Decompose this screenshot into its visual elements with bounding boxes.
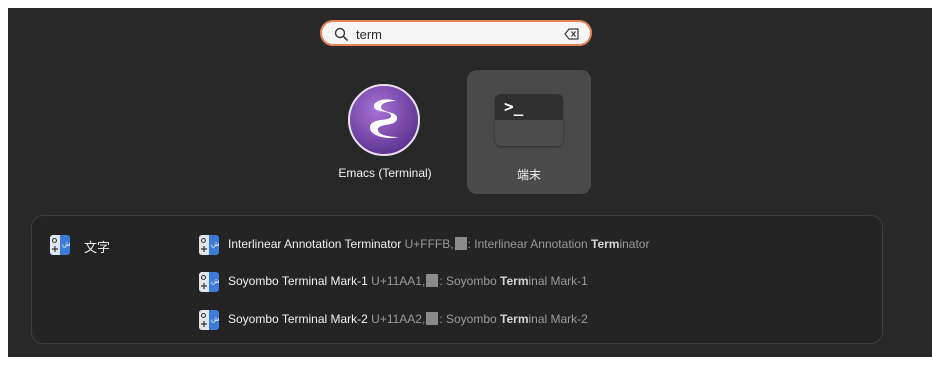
glyph-preview bbox=[426, 274, 439, 287]
emacs-icon bbox=[348, 84, 420, 156]
result-description: U+FFFB,: Interlinear Annotation Terminat… bbox=[404, 237, 650, 251]
characters-app-icon: ش bbox=[199, 235, 219, 255]
characters-app-icon: ش bbox=[199, 272, 219, 292]
app-tile-terminal[interactable]: >_ 端末 bbox=[467, 70, 591, 194]
characters-app-icon: ش bbox=[199, 310, 219, 330]
app-label: Emacs (Terminal) bbox=[338, 166, 432, 180]
result-description: U+11AA1,: Soyombo Terminal Mark-1 bbox=[371, 274, 588, 288]
app-label: 端末 bbox=[516, 168, 541, 182]
result-description: U+11AA2,: Soyombo Terminal Mark-2 bbox=[371, 312, 588, 326]
glyph-preview bbox=[454, 237, 467, 250]
app-tile-emacs-terminal[interactable]: Emacs (Terminal) bbox=[323, 70, 447, 194]
provider-label: 文字 bbox=[84, 240, 111, 255]
glyph-preview bbox=[426, 312, 439, 325]
search-icon bbox=[334, 27, 348, 41]
clear-text-icon[interactable] bbox=[564, 27, 580, 41]
search-results-panel: ش 文字 ش Interlinear Annotation Terminator… bbox=[31, 215, 883, 344]
search-input[interactable] bbox=[356, 25, 546, 43]
activities-overview: Emacs (Terminal) >_ 端末 ش 文字 ش Interlinea… bbox=[8, 8, 932, 357]
result-title: Soyombo Terminal Mark-1 bbox=[228, 274, 368, 288]
result-title: Soyombo Terminal Mark-2 bbox=[228, 312, 368, 326]
search-entry[interactable] bbox=[320, 20, 592, 46]
characters-app-icon: ش bbox=[50, 235, 70, 255]
result-title: Interlinear Annotation Terminator bbox=[228, 237, 402, 251]
terminal-icon: >_ bbox=[495, 94, 563, 146]
